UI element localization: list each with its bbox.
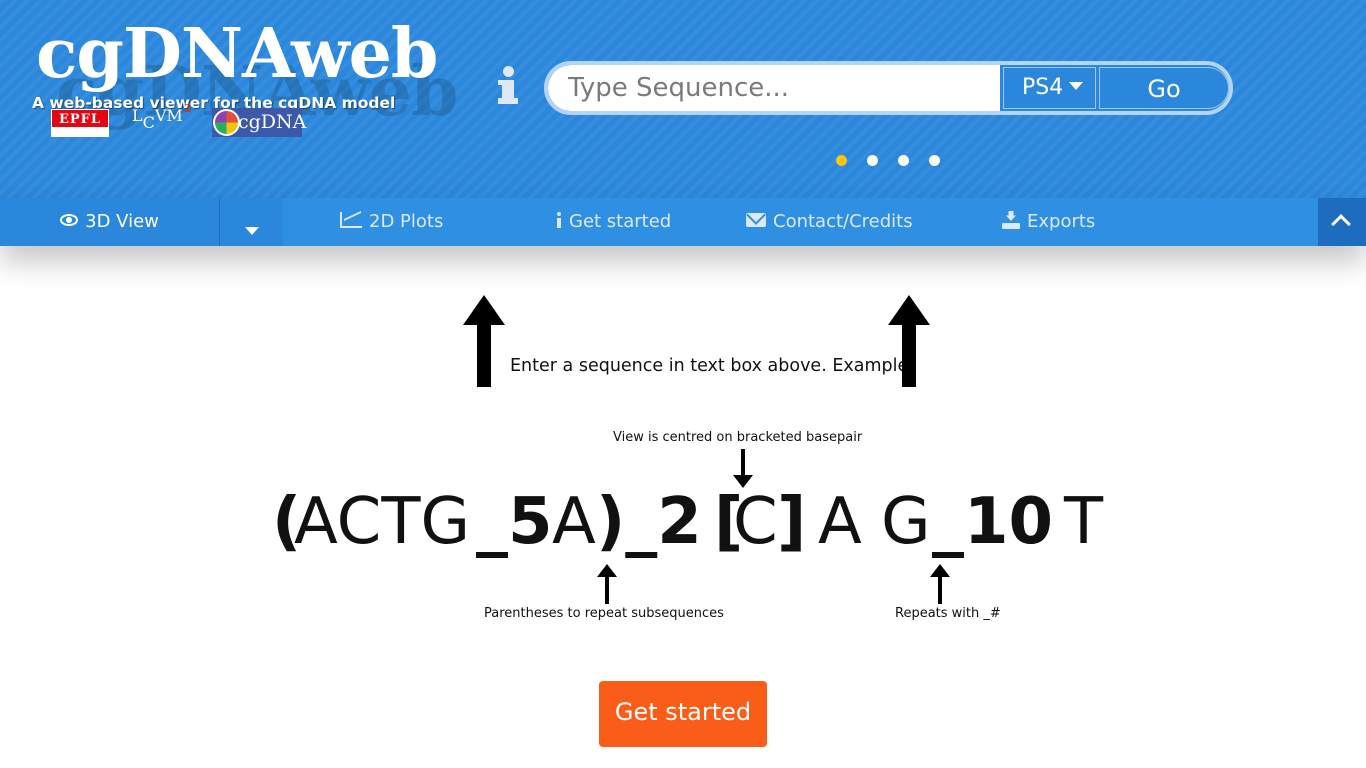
get-started-button[interactable]: Get started xyxy=(599,681,767,747)
annotation-centred: View is centred on bracketed basepair xyxy=(613,430,863,445)
caret-down-icon xyxy=(1069,82,1084,90)
lcvm-logo-link[interactable]: LCVM2 xyxy=(132,102,191,136)
up-arrow-icon-paren xyxy=(597,564,617,604)
go-button[interactable]: Go xyxy=(1099,67,1229,109)
seq-close-paren-repeat-2: )_2 xyxy=(596,485,702,559)
nav-get-started-label: Get started xyxy=(569,211,672,232)
annotation-parentheses: Parentheses to repeat subsequences xyxy=(484,606,724,621)
eye-icon xyxy=(60,214,79,226)
nav-view-dropdown[interactable] xyxy=(220,198,283,246)
seq-g: G xyxy=(881,485,931,559)
cgdna-swirl-icon xyxy=(213,109,240,136)
nav-contact-credits[interactable]: Contact/Credits xyxy=(746,198,913,246)
nav-get-started[interactable]: Get started xyxy=(556,198,671,246)
lcvm-logo-vm: VM xyxy=(154,106,183,125)
main-nav: 3D View 2D Plots Get started Contact/Cre… xyxy=(0,198,1366,246)
cgdna-logo-link[interactable]: cgDNA xyxy=(212,108,306,137)
epfl-logo-band xyxy=(52,127,108,136)
nav-3d-view-label: 3D View xyxy=(85,211,159,232)
lcvm-logo-c: C xyxy=(142,113,155,132)
nav-exports-label: Exports xyxy=(1027,211,1096,232)
seq-centre-c: C xyxy=(733,485,778,559)
down-arrow-icon xyxy=(733,449,753,489)
sequence-input[interactable] xyxy=(548,65,1000,111)
envelope-icon xyxy=(746,213,766,227)
nav-3d-view[interactable]: 3D View xyxy=(0,198,219,246)
epfl-logo-text: EPFL xyxy=(58,112,102,127)
seq-a2: A xyxy=(818,485,862,559)
logo[interactable]: cgDNAweb cgDNAweb A web-based viewer for… xyxy=(28,14,458,164)
nav-2d-plots[interactable]: 2D Plots xyxy=(340,198,443,246)
cgdna-logo-text: cgDNA xyxy=(238,111,307,133)
download-icon xyxy=(1002,211,1020,229)
epfl-logo-link[interactable]: EPFL xyxy=(51,109,109,137)
up-arrow-icon-right xyxy=(888,295,930,388)
lcvm-logo-l: L xyxy=(132,106,143,125)
caret-down-icon xyxy=(244,227,259,235)
carousel-dot-2[interactable] xyxy=(867,155,878,166)
collapse-header-button[interactable] xyxy=(1318,198,1366,246)
info-icon[interactable] xyxy=(498,66,520,108)
nav-contact-label: Contact/Credits xyxy=(773,211,913,232)
up-arrow-icon-left xyxy=(463,295,505,388)
info-small-icon xyxy=(556,212,562,228)
chevron-up-icon xyxy=(1331,214,1351,234)
up-arrow-icon-repeat xyxy=(930,564,950,604)
line-chart-icon xyxy=(340,212,362,228)
seq-actg: ACTG xyxy=(294,485,471,559)
carousel-dot-4[interactable] xyxy=(929,155,940,166)
logo-text: cgDNAweb xyxy=(36,14,438,94)
nav-2d-plots-label: 2D Plots xyxy=(369,211,444,232)
seq-repeat-5: _5 xyxy=(476,485,553,559)
carousel-dot-1[interactable] xyxy=(836,155,847,166)
lcvm-logo-sup: 2 xyxy=(183,102,192,115)
seq-t: T xyxy=(1064,485,1104,559)
annotation-repeats: Repeats with _# xyxy=(895,606,1001,621)
search-bar: PS4 Go xyxy=(544,61,1233,115)
seq-a: A xyxy=(552,485,596,559)
model-select-value: PS4 xyxy=(1022,75,1064,100)
seq-close-bracket: ] xyxy=(777,485,807,559)
model-select[interactable]: PS4 xyxy=(1003,67,1096,109)
header: cgDNAweb cgDNAweb A web-based viewer for… xyxy=(0,0,1366,198)
carousel-dot-3[interactable] xyxy=(898,155,909,166)
seq-repeat-10: _10 xyxy=(932,485,1054,559)
nav-exports[interactable]: Exports xyxy=(1002,198,1095,246)
instruction-text: Enter a sequence in text box above. Exam… xyxy=(510,356,915,376)
